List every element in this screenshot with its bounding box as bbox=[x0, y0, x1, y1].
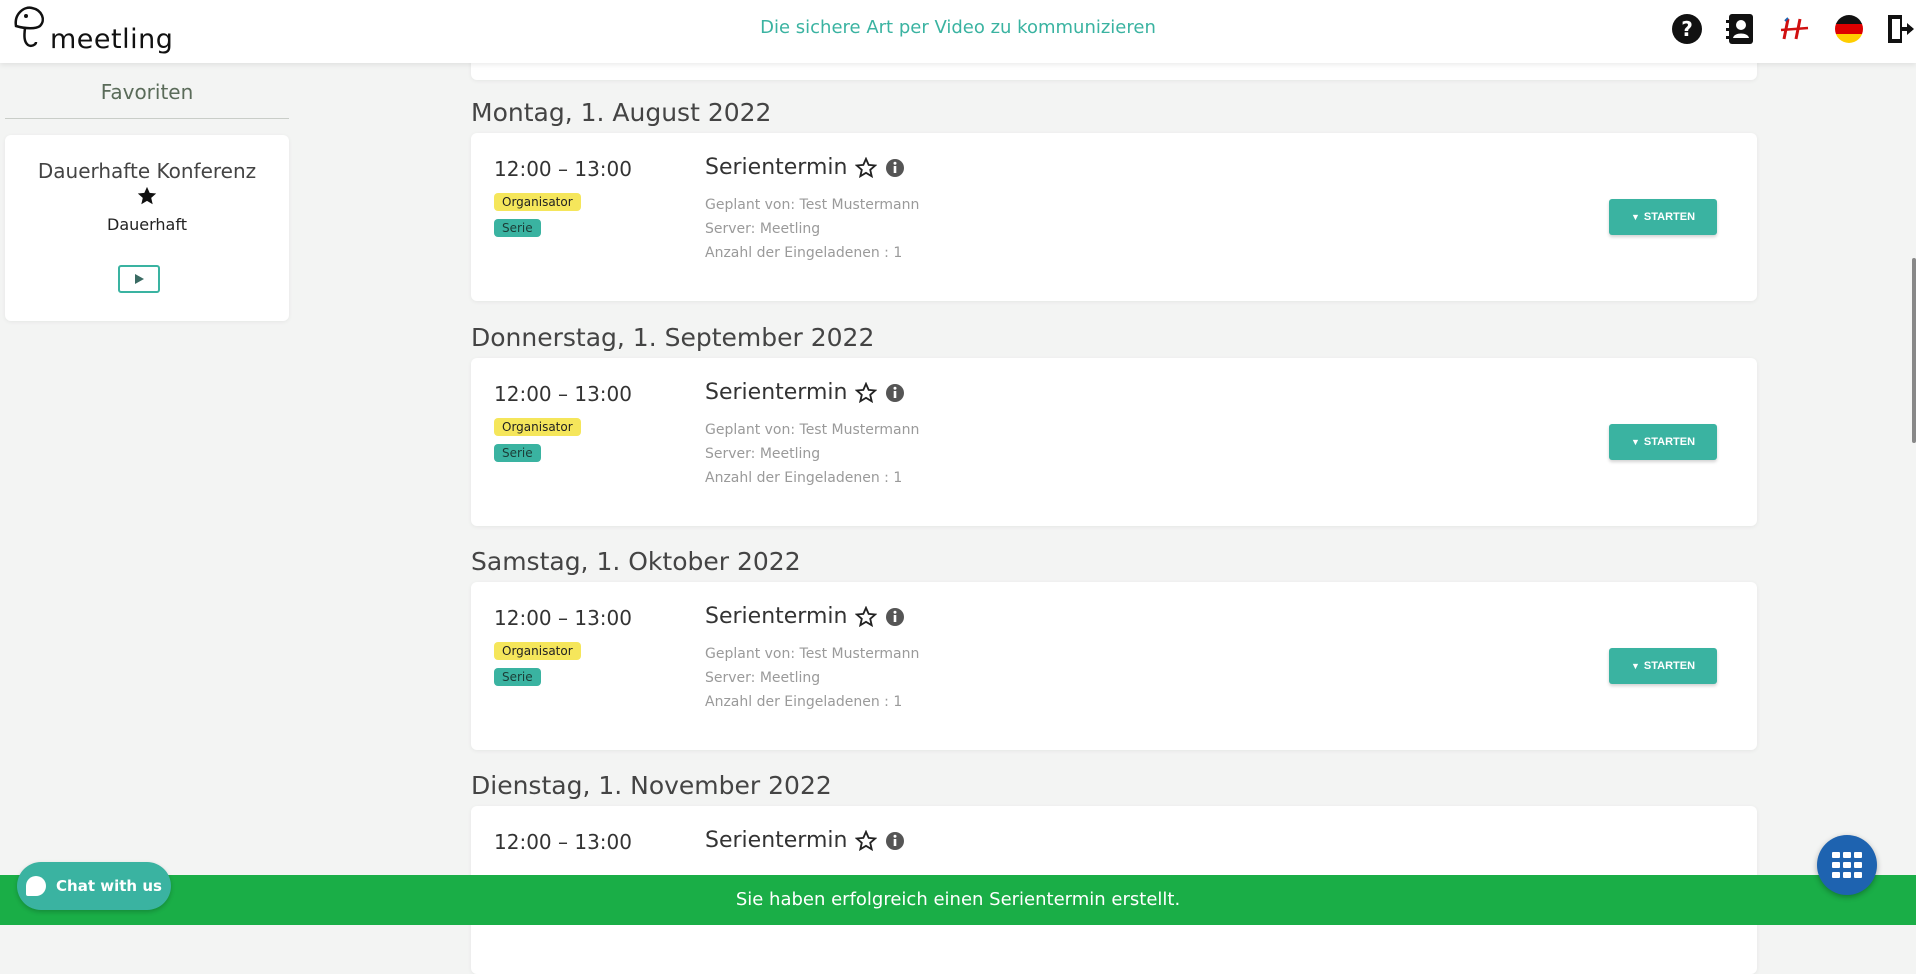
day-heading: Samstag, 1. Oktober 2022 bbox=[471, 547, 801, 576]
favorites-divider bbox=[5, 118, 289, 119]
german-flag-icon[interactable] bbox=[1832, 12, 1866, 46]
event-title-row: Serientermin bbox=[705, 380, 905, 405]
organizer-badge: Organisator bbox=[494, 193, 581, 211]
event-time: 12:00 – 13:00 bbox=[494, 382, 632, 406]
caret-down-icon: ▼ bbox=[1630, 212, 1640, 222]
info-icon[interactable] bbox=[885, 383, 905, 403]
help-icon[interactable]: ? bbox=[1670, 12, 1704, 46]
logout-icon[interactable] bbox=[1886, 12, 1916, 46]
scrollbar-thumb[interactable] bbox=[1912, 258, 1916, 443]
info-icon[interactable] bbox=[885, 607, 905, 627]
event-title: Serientermin bbox=[705, 828, 848, 853]
header-tagline: Die sichere Art per Video zu kommunizier… bbox=[760, 17, 1156, 38]
star-outline-icon[interactable] bbox=[855, 605, 878, 628]
event-invited-count: Anzahl der Eingeladenen : 1 bbox=[705, 470, 903, 486]
event-planned-by: Geplant von: Test Mustermann bbox=[705, 422, 920, 438]
chat-label: Chat with us bbox=[56, 877, 162, 895]
chat-button[interactable]: Chat with us bbox=[17, 862, 171, 910]
start-button[interactable]: ▼ STARTEN bbox=[1609, 648, 1717, 684]
day-group: Donnerstag, 1. September 2022 12:00 – 13… bbox=[471, 318, 1757, 526]
brand-h-icon[interactable] bbox=[1778, 12, 1812, 46]
event-title: Serientermin bbox=[705, 380, 848, 405]
favorites-title: Favoriten bbox=[100, 80, 194, 104]
series-badge: Serie bbox=[494, 219, 541, 237]
favorite-card[interactable]: Dauerhafte Konferenz Dauerhaft bbox=[5, 135, 289, 321]
start-button[interactable]: ▼ STARTEN bbox=[1609, 199, 1717, 235]
day-heading: Montag, 1. August 2022 bbox=[471, 98, 772, 127]
event-server: Server: Meetling bbox=[705, 221, 821, 237]
event-title-row: Serientermin bbox=[705, 828, 905, 853]
day-group: Dienstag, 1. November 2022 12:00 – 13:00… bbox=[471, 766, 1757, 974]
event-title: Serientermin bbox=[705, 604, 848, 629]
event-server: Server: Meetling bbox=[705, 670, 821, 686]
contacts-icon[interactable] bbox=[1724, 12, 1758, 46]
grid-icon bbox=[1832, 852, 1862, 878]
favorite-title: Dauerhafte Konferenz bbox=[37, 159, 257, 183]
scrollbar[interactable] bbox=[1912, 63, 1916, 925]
organizer-badge: Organisator bbox=[494, 642, 581, 660]
event-title-row: Serientermin bbox=[705, 604, 905, 629]
day-group: Samstag, 1. Oktober 2022 12:00 – 13:00 O… bbox=[471, 542, 1757, 750]
day-heading: Donnerstag, 1. September 2022 bbox=[471, 323, 875, 352]
day-group: Montag, 1. August 2022 12:00 – 13:00 Org… bbox=[471, 93, 1757, 301]
organizer-badge: Organisator bbox=[494, 418, 581, 436]
chat-bubble-icon bbox=[26, 876, 47, 896]
event-invited-count: Anzahl der Eingeladenen : 1 bbox=[705, 694, 903, 710]
event-invited-count: Anzahl der Eingeladenen : 1 bbox=[705, 245, 903, 261]
play-icon bbox=[135, 274, 144, 284]
start-label: STARTEN bbox=[1643, 436, 1696, 448]
apps-grid-button[interactable] bbox=[1817, 835, 1877, 895]
svg-text:?: ? bbox=[1681, 17, 1693, 41]
favorite-subtitle: Dauerhaft bbox=[107, 215, 187, 234]
success-notification: Sie haben erfolgreich einen Serientermin… bbox=[0, 875, 1916, 925]
event-title: Serientermin bbox=[705, 155, 848, 180]
info-icon[interactable] bbox=[885, 831, 905, 851]
series-badge: Serie bbox=[494, 668, 541, 686]
info-icon[interactable] bbox=[885, 158, 905, 178]
series-badge: Serie bbox=[494, 444, 541, 462]
day-heading: Dienstag, 1. November 2022 bbox=[471, 771, 832, 800]
start-button[interactable]: ▼ STARTEN bbox=[1609, 424, 1717, 460]
event-time: 12:00 – 13:00 bbox=[494, 830, 632, 854]
event-time: 12:00 – 13:00 bbox=[494, 157, 632, 181]
star-filled-icon[interactable] bbox=[5, 185, 289, 209]
event-card: 12:00 – 13:00 Organisator Serie Seriente… bbox=[471, 582, 1757, 750]
event-card: 12:00 – 13:00 Organisator Serie Seriente… bbox=[471, 358, 1757, 526]
event-time: 12:00 – 13:00 bbox=[494, 606, 632, 630]
start-label: STARTEN bbox=[1643, 660, 1696, 672]
favorites-sidebar: Favoriten Dauerhafte Konferenz Dauerhaft bbox=[5, 63, 289, 321]
header-icon-bar: ? bbox=[1650, 12, 1916, 46]
caret-down-icon: ▼ bbox=[1630, 661, 1640, 671]
app-header: meetling Die sichere Art per Video zu ko… bbox=[0, 0, 1916, 63]
event-planned-by: Geplant von: Test Mustermann bbox=[705, 197, 920, 213]
star-outline-icon[interactable] bbox=[855, 156, 878, 179]
start-label: STARTEN bbox=[1643, 211, 1696, 223]
event-planned-by: Geplant von: Test Mustermann bbox=[705, 646, 920, 662]
star-outline-icon[interactable] bbox=[855, 381, 878, 404]
star-outline-icon[interactable] bbox=[855, 829, 878, 852]
caret-down-icon: ▼ bbox=[1630, 437, 1640, 447]
event-card: 12:00 – 13:00 Organisator Serie Seriente… bbox=[471, 133, 1757, 301]
play-button[interactable] bbox=[118, 265, 160, 293]
event-server: Server: Meetling bbox=[705, 446, 821, 462]
event-title-row: Serientermin bbox=[705, 155, 905, 180]
